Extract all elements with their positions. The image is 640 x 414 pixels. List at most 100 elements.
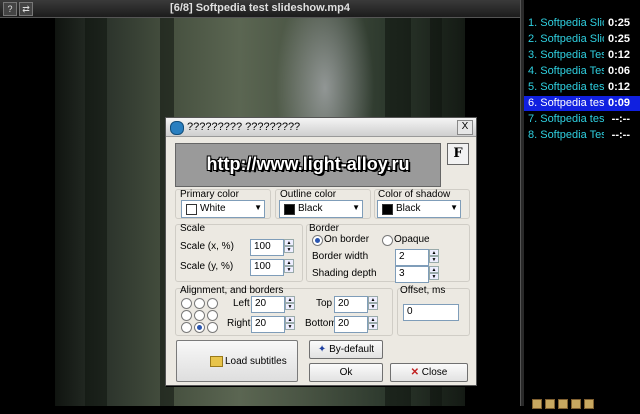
chevron-down-icon: ▼: [254, 203, 262, 212]
right-margin-input[interactable]: 20: [251, 316, 285, 333]
playlist-save-icon[interactable]: [545, 399, 555, 409]
opaque-label: Opaque: [394, 234, 430, 245]
playlist-add-icon[interactable]: [532, 399, 542, 409]
bottom-margin-stepper[interactable]: ▲ ▼: [368, 316, 378, 331]
playlist-item[interactable]: 2. Softpedia Slide0:25: [524, 32, 640, 47]
subtitle-settings-dialog: ????????? ????????? X http://www.light-a…: [165, 117, 477, 386]
alignment-radio[interactable]: [207, 310, 218, 321]
font-button[interactable]: F: [447, 143, 469, 165]
top-margin-stepper[interactable]: ▲ ▼: [368, 296, 378, 311]
playlist-item-title: 6. Softpedia test: [528, 97, 604, 109]
outline-color-label: Outline color: [280, 189, 337, 200]
playlist-item-duration: 0:25: [607, 33, 630, 45]
playlist: 1. Softpedia Slide0:252. Softpedia Slide…: [524, 16, 640, 144]
border-width-input[interactable]: 2: [395, 249, 429, 266]
shading-depth-label: Shading depth: [312, 268, 377, 279]
offset-label: Offset, ms: [400, 285, 446, 296]
left-margin-stepper[interactable]: ▲ ▼: [285, 296, 295, 311]
alignment-radio[interactable]: [207, 322, 218, 333]
border-width-label: Border width: [312, 251, 369, 262]
by-default-label: By-default: [329, 344, 375, 355]
shading-depth-input[interactable]: 3: [395, 266, 429, 283]
playlist-item-title: 1. Softpedia Slide: [528, 17, 604, 29]
playlist-item-duration: 0:12: [607, 49, 630, 61]
load-subtitles-label: Load subtitles: [225, 356, 287, 367]
playlist-item-duration: --:--: [611, 113, 630, 125]
playlist-item-duration: 0:12: [607, 81, 630, 93]
alignment-radio[interactable]: [181, 310, 192, 321]
outline-color-value: Black: [298, 203, 323, 214]
chevron-down-icon: ▼: [450, 203, 458, 212]
playlist-item[interactable]: 5. Softpedia test 0:12: [524, 80, 640, 95]
scale-y-label: Scale (y, %): [180, 261, 234, 272]
playlist-item[interactable]: 8. Softpedia Test --:--: [524, 128, 640, 143]
scale-x-label: Scale (x, %): [180, 241, 234, 252]
playlist-open-icon[interactable]: [558, 399, 568, 409]
top-margin-label: Top: [316, 298, 333, 309]
left-margin-label: Left: [233, 298, 250, 309]
on-border-label: On border: [324, 234, 370, 245]
outline-color-select[interactable]: Black ▼: [279, 200, 363, 218]
ok-button[interactable]: Ok: [309, 363, 383, 382]
playlist-folder-icon[interactable]: [571, 399, 581, 409]
playlist-item[interactable]: 6. Softpedia test 0:09: [524, 96, 640, 111]
border-width-stepper[interactable]: ▲ ▼: [429, 249, 439, 264]
playlist-item-title: 3. Softpedia Test: [528, 49, 604, 61]
folder-icon: [210, 356, 223, 367]
alignment-radio[interactable]: [194, 322, 205, 333]
close-icon: ✕: [410, 367, 420, 378]
bottom-margin-input[interactable]: 20: [334, 316, 368, 333]
alignment-radio[interactable]: [194, 310, 205, 321]
playlist-item-title: 2. Softpedia Slide: [528, 33, 604, 45]
load-subtitles-button[interactable]: Load subtitles: [176, 340, 298, 382]
opaque-radio[interactable]: [382, 235, 393, 246]
playlist-item-duration: --:--: [611, 129, 630, 141]
preview-text: http://www.light-alloy.ru: [206, 154, 410, 174]
top-margin-input[interactable]: 20: [334, 296, 368, 313]
playlist-item-title: 5. Softpedia test: [528, 81, 604, 93]
scale-x-stepper[interactable]: ▲ ▼: [284, 239, 294, 254]
alignment-radio[interactable]: [207, 298, 218, 309]
alignment-radio[interactable]: [181, 298, 192, 309]
primary-color-value: White: [200, 203, 226, 214]
chevron-down-icon: ▼: [352, 203, 360, 212]
app-icon: [170, 121, 184, 135]
playlist-item[interactable]: 7. Softpedia test --:--: [524, 112, 640, 127]
playlist-item[interactable]: 4. Softpedia Test 0:06: [524, 64, 640, 79]
dialog-title: ????????? ?????????: [187, 121, 301, 133]
primary-color-select[interactable]: White ▼: [181, 200, 265, 218]
right-margin-stepper[interactable]: ▲ ▼: [285, 316, 295, 331]
playlist-item[interactable]: 1. Softpedia Slide0:25: [524, 16, 640, 31]
player-titlebar: ? ⇄ [6/8] Softpedia test slideshow.mp4: [0, 0, 520, 18]
alignment-radio[interactable]: [194, 298, 205, 309]
dialog-titlebar: ????????? ????????? X: [166, 118, 476, 137]
shadow-color-select[interactable]: Black ▼: [377, 200, 461, 218]
close-label: Close: [421, 367, 448, 378]
shadow-color-swatch: [382, 204, 393, 215]
scale-x-input[interactable]: 100: [250, 239, 284, 256]
playlist-item-title: 4. Softpedia Test: [528, 65, 604, 77]
playlist-delete-icon[interactable]: [584, 399, 594, 409]
window-title: [6/8] Softpedia test slideshow.mp4: [170, 2, 350, 14]
alignment-group-label: Alignment, and borders: [180, 285, 284, 296]
border-group-label: Border: [309, 223, 340, 234]
shading-depth-stepper[interactable]: ▲ ▼: [429, 266, 439, 281]
outline-color-swatch: [284, 204, 295, 215]
by-default-button[interactable]: ✦ By-default: [309, 340, 383, 359]
left-margin-input[interactable]: 20: [251, 296, 285, 313]
primary-color-swatch: [186, 204, 197, 215]
primary-color-label: Primary color: [180, 189, 239, 200]
right-margin-label: Right: [227, 318, 251, 329]
playlist-item-title: 8. Softpedia Test: [528, 129, 604, 141]
subtitle-preview: http://www.light-alloy.ru: [175, 143, 441, 187]
alignment-radio[interactable]: [181, 322, 192, 333]
dialog-close-button[interactable]: X: [457, 120, 473, 135]
scale-y-input[interactable]: 100: [250, 259, 284, 276]
offset-input[interactable]: 0: [403, 304, 459, 321]
playlist-item-duration: 0:25: [607, 17, 630, 29]
playlist-item-title: 7. Softpedia test: [528, 113, 604, 125]
on-border-radio[interactable]: [312, 235, 323, 246]
playlist-item[interactable]: 3. Softpedia Test 0:12: [524, 48, 640, 63]
scale-y-stepper[interactable]: ▲ ▼: [284, 259, 294, 274]
close-button[interactable]: ✕ Close: [390, 363, 468, 382]
